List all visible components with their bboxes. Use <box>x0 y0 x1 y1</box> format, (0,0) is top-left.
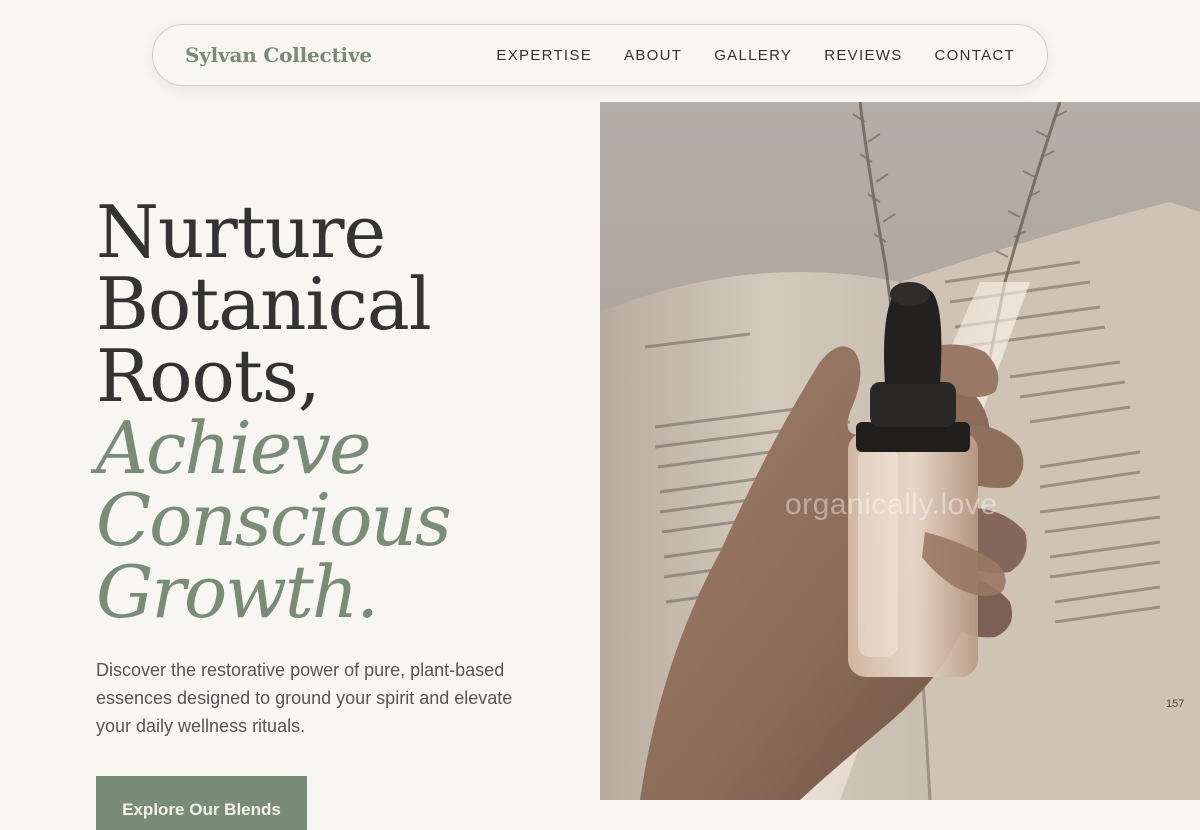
nav-link-reviews[interactable]: REVIEWS <box>824 47 902 64</box>
nav-link-contact[interactable]: CONTACT <box>935 47 1015 64</box>
explore-blends-button[interactable]: Explore Our Blends <box>96 776 307 830</box>
hero-title-line: Nurture <box>96 190 386 274</box>
brand-logo[interactable]: Sylvan Collective <box>185 43 372 67</box>
dropper-bottle-illustration: 157 <box>600 102 1200 800</box>
nav-link-expertise[interactable]: EXPERTISE <box>496 47 592 64</box>
hero-title-line: Roots, <box>96 334 321 418</box>
nav-link-about[interactable]: ABOUT <box>624 47 682 64</box>
hero-description: Discover the restorative power of pure, … <box>96 660 513 736</box>
hero-section: Nurture Botanical Roots, Achieve Conscio… <box>96 196 576 830</box>
hero-title-line: Botanical <box>96 262 432 346</box>
hero-title: Nurture Botanical Roots, Achieve Conscio… <box>96 196 576 628</box>
hero-title-accent-line: Achieve <box>96 406 372 490</box>
hero-title-accent-line: Conscious <box>96 478 452 562</box>
image-watermark: organically.love <box>785 488 998 521</box>
book-page-number: 157 <box>1166 698 1184 710</box>
hero-image: 157 organically.love <box>600 102 1200 800</box>
top-navigation: Sylvan Collective EXPERTISE ABOUT GALLER… <box>152 24 1048 86</box>
nav-link-gallery[interactable]: GALLERY <box>714 47 792 64</box>
nav-menu: EXPERTISE ABOUT GALLERY REVIEWS CONTACT <box>496 47 1015 64</box>
hero-title-accent-line: Growth. <box>96 550 379 634</box>
